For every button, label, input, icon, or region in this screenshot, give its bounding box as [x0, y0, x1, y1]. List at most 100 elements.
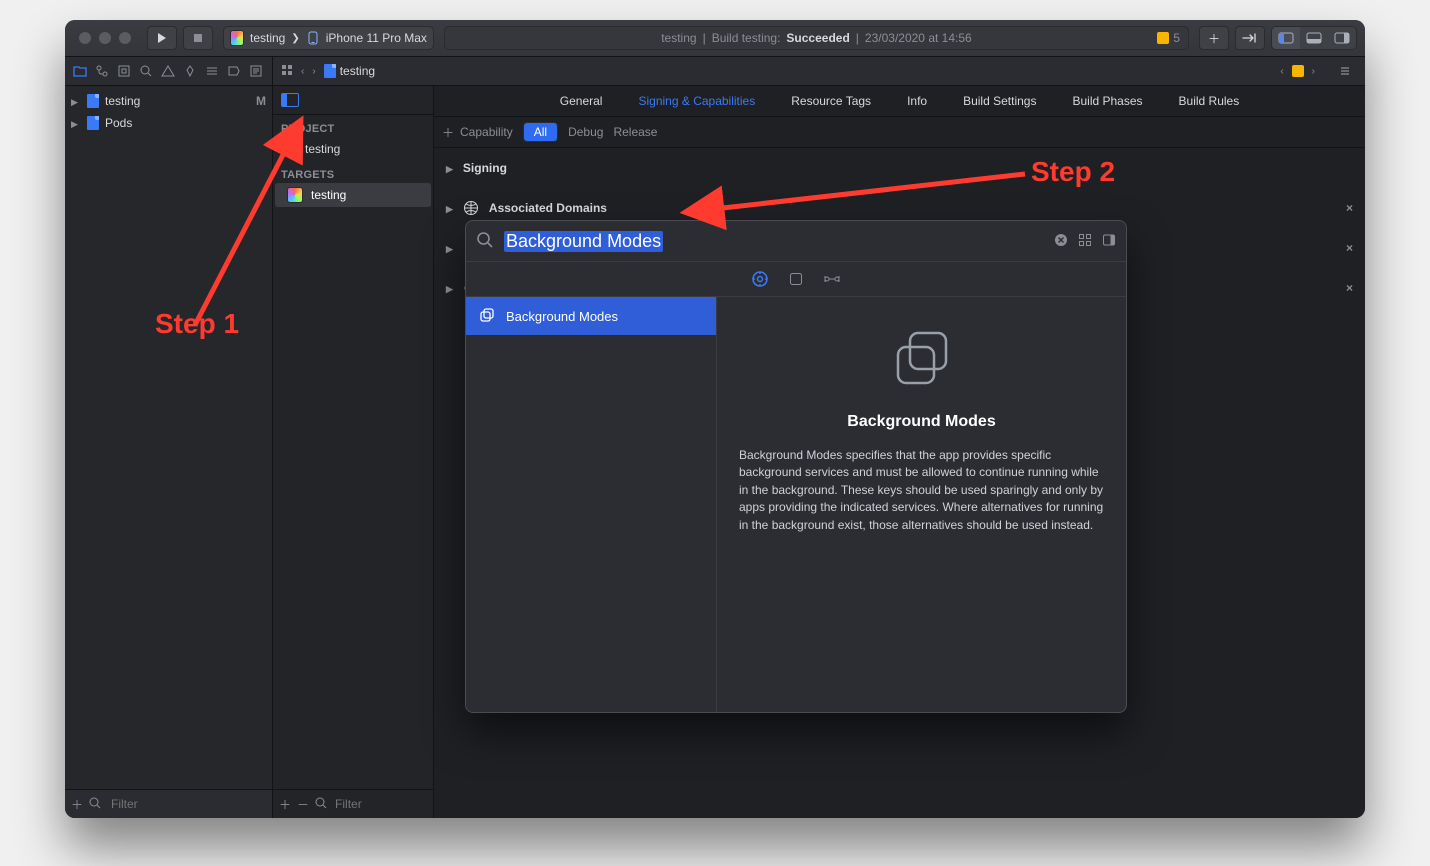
targets-sidebar: PROJECT testing TARGETS testing ＋ － — [273, 86, 434, 818]
outline-toggle-icon[interactable] — [281, 93, 299, 107]
navigator-item-testing[interactable]: testing M — [65, 90, 272, 112]
plus-icon: ＋ — [442, 124, 454, 141]
source-control-navigator-icon[interactable] — [91, 57, 113, 85]
scheme-name: testing — [250, 31, 285, 45]
editor-jump-bar: ‹ › testing ‹ › — [273, 57, 1365, 85]
disclosure-icon[interactable] — [71, 94, 81, 108]
run-button[interactable] — [147, 26, 177, 50]
status-project: testing — [661, 31, 696, 45]
jump-next-issue[interactable]: › — [1312, 66, 1315, 77]
breadcrumb-file[interactable]: testing — [324, 64, 375, 78]
tab-resource-tags[interactable]: Resource Tags — [791, 88, 871, 114]
report-navigator-icon[interactable] — [245, 57, 267, 85]
scope-all[interactable]: All — [524, 123, 557, 141]
tab-build-settings[interactable]: Build Settings — [963, 88, 1036, 114]
target-name: testing — [311, 188, 346, 202]
disclosure-icon[interactable] — [446, 201, 453, 215]
tab-general[interactable]: General — [560, 88, 603, 114]
filter-scope-icon[interactable] — [89, 797, 101, 812]
remove-capability-button[interactable]: × — [1346, 201, 1353, 215]
popover-category-toolbar — [466, 262, 1126, 297]
add-button[interactable]: ＋ — [1199, 26, 1229, 50]
disclosure-icon[interactable] — [71, 116, 81, 130]
right-panel-toggle[interactable] — [1328, 27, 1356, 49]
device-name: iPhone 11 Pro Max — [326, 31, 427, 45]
popover-detail-title: Background Modes — [847, 413, 995, 431]
clear-search-button[interactable] — [1054, 233, 1068, 250]
zoom-window-icon[interactable] — [119, 32, 131, 44]
navigator-header-row: ‹ › testing ‹ › — [65, 57, 1365, 86]
left-panel-toggle[interactable] — [1272, 27, 1300, 49]
scheme-selector[interactable]: testing ❯ iPhone 11 Pro Max — [223, 26, 434, 50]
status-build-time: 23/03/2020 at 14:56 — [865, 31, 972, 45]
recent-files-icon[interactable] — [281, 64, 293, 79]
remove-capability-button[interactable]: × — [1346, 281, 1353, 295]
editor-options-icon[interactable] — [1339, 65, 1351, 77]
find-navigator-icon[interactable] — [135, 57, 157, 85]
scope-debug[interactable]: Debug — [568, 125, 603, 139]
config-scope-segment[interactable]: All — [523, 122, 558, 142]
navigator-tabs — [65, 57, 273, 85]
navigator-item-pods[interactable]: Pods — [65, 112, 272, 134]
window-controls[interactable] — [73, 32, 131, 44]
disclosure-icon[interactable] — [446, 161, 453, 175]
remove-capability-button[interactable]: × — [1346, 241, 1353, 255]
add-capability-button[interactable]: ＋ Capability — [442, 124, 513, 141]
project-navigator: testing M Pods ＋ — [65, 86, 273, 818]
add-file-button[interactable]: ＋ — [71, 796, 83, 813]
targets-section-label: TARGETS — [273, 161, 433, 183]
breadcrumb-file-name: testing — [340, 64, 375, 78]
symbol-navigator-icon[interactable] — [113, 57, 135, 85]
bottom-panel-toggle[interactable] — [1300, 27, 1328, 49]
target-filter-scope-icon[interactable] — [315, 797, 327, 812]
chevron-right-icon: ❯ — [291, 33, 299, 44]
warning-icon[interactable] — [1157, 32, 1169, 44]
popover-results-list: Background Modes — [466, 297, 717, 712]
debug-navigator-icon[interactable] — [201, 57, 223, 85]
scm-badge: M — [256, 94, 266, 108]
tab-info[interactable]: Info — [907, 88, 927, 114]
issue-navigator-icon[interactable] — [157, 57, 179, 85]
capability-signing[interactable]: Signing — [446, 148, 1353, 188]
add-target-button[interactable]: ＋ — [279, 796, 291, 813]
tab-build-rules[interactable]: Build Rules — [1179, 88, 1240, 114]
capability-label: Capability — [460, 125, 513, 139]
capability-title: Associated Domains — [489, 201, 607, 215]
popover-result-item[interactable]: Background Modes — [466, 297, 716, 335]
warning-count[interactable]: 5 — [1173, 31, 1180, 45]
remove-target-button[interactable]: － — [297, 796, 309, 813]
capability-title: Signing — [463, 161, 507, 175]
jump-prev-issue[interactable]: ‹ — [1280, 66, 1283, 77]
capability-hero-icon — [884, 321, 960, 397]
capabilities-category-icon[interactable] — [751, 270, 769, 288]
jump-issue-warning-icon[interactable] — [1292, 65, 1304, 77]
titlebar: testing ❯ iPhone 11 Pro Max testing | Bu… — [65, 20, 1365, 57]
disclosure-icon[interactable] — [446, 281, 453, 295]
test-navigator-icon[interactable] — [179, 57, 201, 85]
project-navigator-icon[interactable] — [69, 57, 91, 85]
tab-build-phases[interactable]: Build Phases — [1072, 88, 1142, 114]
history-back-button[interactable]: ‹ — [301, 66, 304, 77]
media-category-icon[interactable] — [823, 270, 841, 288]
navigator-filter-input[interactable] — [107, 797, 270, 811]
project-entry[interactable]: testing — [273, 137, 433, 161]
activity-status-bar: testing | Build testing: Succeeded | 23/… — [444, 26, 1189, 50]
minimize-window-icon[interactable] — [99, 32, 111, 44]
status-build-phrase: Build testing: — [712, 31, 781, 45]
navigator-item-label: Pods — [105, 116, 132, 130]
detail-pane-toggle-icon[interactable] — [1102, 233, 1116, 250]
target-entry[interactable]: testing — [275, 183, 431, 207]
capability-toolbar: ＋ Capability All Debug Release — [434, 117, 1365, 148]
tab-signing-capabilities[interactable]: Signing & Capabilities — [638, 88, 755, 114]
panel-visibility-segment[interactable] — [1271, 26, 1357, 50]
scope-release[interactable]: Release — [613, 125, 657, 139]
search-input[interactable]: Background Modes — [504, 231, 663, 252]
code-review-button[interactable] — [1235, 26, 1265, 50]
snippets-category-icon[interactable] — [787, 270, 805, 288]
breakpoint-navigator-icon[interactable] — [223, 57, 245, 85]
disclosure-icon[interactable] — [446, 241, 453, 255]
close-window-icon[interactable] — [79, 32, 91, 44]
grid-view-icon[interactable] — [1078, 233, 1092, 250]
stop-button[interactable] — [183, 26, 213, 50]
history-forward-button[interactable]: › — [312, 66, 315, 77]
